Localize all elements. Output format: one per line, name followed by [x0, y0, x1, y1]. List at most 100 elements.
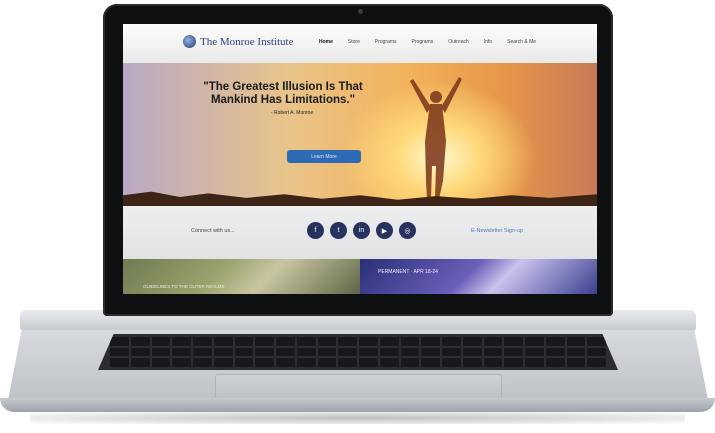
keyboard-key [587, 337, 606, 346]
keyboard-key [483, 358, 503, 367]
twitter-icon[interactable]: t [330, 222, 347, 239]
keyboard-key [234, 358, 254, 367]
site-logo[interactable]: The Monroe Institute [183, 35, 293, 48]
site-header: The Monroe Institute Home Store Programs… [123, 24, 597, 64]
keyboard-key [130, 358, 150, 367]
keyboard-key [379, 347, 399, 357]
keyboard-key [400, 358, 420, 367]
keyboard-key [525, 358, 544, 367]
feature-tile-left[interactable]: GUIDELINES TO THE OUTER REALMS [123, 259, 360, 294]
keyboard-key [193, 358, 212, 367]
keyboard-key [379, 337, 399, 346]
menu-item-info[interactable]: Info [484, 39, 492, 45]
keyboard-key [545, 347, 565, 357]
keyboard-key [172, 337, 191, 346]
person-silhouette-image [410, 77, 462, 199]
horizon-silhouette [123, 191, 597, 206]
menu-item-programs[interactable]: Programs [375, 39, 397, 45]
keyboard-key [587, 347, 606, 357]
keyboard-key [255, 347, 274, 357]
keyboard-key [255, 337, 274, 346]
main-menu: Home Store Programs Programs Outreach In… [319, 39, 536, 45]
keyboard-key [566, 337, 586, 346]
connect-bar: Connect with us... f t in ▶ ◎ E-Newslett… [123, 206, 597, 259]
menu-item-programs-2[interactable]: Programs [412, 39, 434, 45]
feature-tile-right[interactable]: PERMANENT · APR 18-24 [360, 259, 597, 294]
keyboard-key [359, 337, 378, 346]
menu-item-store[interactable]: Store [348, 39, 360, 45]
keyboard-key [442, 358, 461, 367]
linkedin-icon[interactable]: in [353, 222, 370, 239]
keyboard-key [442, 347, 461, 357]
hero-quote: "The Greatest Illusion Is That Mankind H… [203, 81, 363, 106]
keyboard-key [234, 347, 254, 357]
keyboard-key [213, 347, 233, 357]
keyboard-key [338, 358, 357, 367]
newsletter-link[interactable]: E-Newsletter Sign-up [471, 228, 523, 234]
keyboard-key [213, 358, 233, 367]
keyboard-key [110, 337, 129, 346]
laptop-screen: The Monroe Institute Home Store Programs… [123, 24, 597, 294]
laptop-shadow [30, 412, 685, 424]
keyboard-key [276, 347, 295, 357]
menu-item-search[interactable]: Search & Me [507, 39, 536, 45]
keyboard-key [421, 347, 440, 357]
youtube-icon[interactable]: ▶ [376, 222, 393, 239]
keyboard-key [359, 347, 378, 357]
keyboard-key [504, 337, 523, 346]
keyboard-key [483, 337, 503, 346]
keyboard-key [525, 347, 544, 357]
keyboard-key [255, 358, 274, 367]
keyboard-key [359, 358, 378, 367]
menu-item-outreach[interactable]: Outreach [448, 39, 469, 45]
keyboard-key [442, 337, 461, 346]
keyboard-key [504, 358, 523, 367]
keyboard-key [296, 347, 316, 357]
laptop-trackpad [215, 374, 502, 400]
keyboard-key [234, 337, 254, 346]
keyboard-key [587, 358, 606, 367]
keyboard-key [504, 347, 523, 357]
keyboard-key [566, 347, 586, 357]
globe-logo-icon [183, 35, 196, 48]
hero-banner: "The Greatest Illusion Is That Mankind H… [123, 63, 597, 206]
keyboard-key [276, 337, 295, 346]
webcam-icon [358, 9, 363, 14]
keyboard-key [462, 347, 482, 357]
keyboard-key [296, 358, 316, 367]
keyboard-key [193, 337, 212, 346]
keyboard-key [317, 347, 337, 357]
keyboard-key [276, 358, 295, 367]
keyboard-key [421, 358, 440, 367]
keyboard-key [462, 337, 482, 346]
keyboard-key [110, 347, 129, 357]
menu-item-home[interactable]: Home [319, 39, 333, 45]
keyboard-key [338, 347, 357, 357]
keyboard-key [151, 337, 171, 346]
connect-label: Connect with us... [191, 228, 235, 234]
instagram-icon[interactable]: ◎ [399, 222, 416, 239]
keyboard-key [130, 347, 150, 357]
keyboard-key [151, 347, 171, 357]
keyboard-key [317, 358, 337, 367]
keyboard-key [421, 337, 440, 346]
keyboard-key [151, 358, 171, 367]
learn-more-button[interactable]: Learn More [287, 150, 361, 163]
keyboard-key [462, 358, 482, 367]
keyboard-key [566, 358, 586, 367]
keyboard-key [400, 337, 420, 346]
keyboard-key [400, 347, 420, 357]
facebook-icon[interactable]: f [307, 222, 324, 239]
keyboard-key [379, 358, 399, 367]
laptop-front-edge [0, 398, 715, 412]
tile-left-caption: GUIDELINES TO THE OUTER REALMS [143, 284, 225, 289]
keyboard-key [317, 337, 337, 346]
keyboard-key [172, 358, 191, 367]
keyboard-key [545, 358, 565, 367]
keyboard-key [296, 337, 316, 346]
keyboard-key [213, 337, 233, 346]
logo-text: The Monroe Institute [200, 35, 294, 48]
tile-right-caption: PERMANENT · APR 18-24 [378, 269, 438, 275]
keyboard-key [338, 337, 357, 346]
keyboard-key [193, 347, 212, 357]
